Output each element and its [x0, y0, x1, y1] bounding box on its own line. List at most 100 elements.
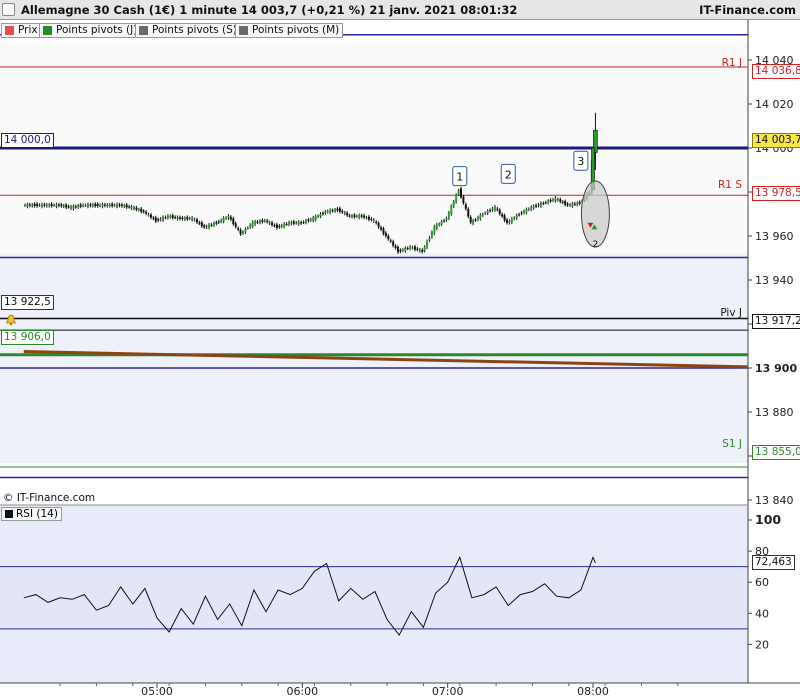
candle-body — [159, 218, 162, 220]
candle-body — [489, 210, 492, 212]
candle-body — [304, 220, 307, 223]
bottom-axis-bg — [0, 683, 800, 700]
candle-body — [191, 217, 194, 220]
candle-body — [40, 204, 43, 207]
candle-body — [355, 216, 358, 218]
candle-body — [220, 220, 223, 222]
watermark: © IT-Finance.com — [3, 492, 96, 504]
candle-body — [62, 205, 65, 207]
candle-body — [331, 210, 334, 212]
candle-body — [387, 236, 390, 240]
y-tick-label: 13 880 — [755, 406, 794, 419]
candle-body — [67, 206, 70, 208]
candle-body — [530, 207, 533, 210]
candle-body — [55, 204, 58, 207]
candle-body — [89, 204, 92, 206]
candle-body — [120, 204, 123, 207]
candle-body — [74, 206, 77, 208]
candle-body — [435, 224, 438, 229]
candle-body — [312, 217, 315, 221]
candle-body — [249, 225, 252, 228]
candle-body — [409, 246, 412, 249]
candle-body — [440, 221, 443, 225]
candle-body — [125, 204, 128, 208]
candle-body — [86, 204, 89, 207]
candle-body — [290, 222, 293, 224]
x-tick-label: 07:00 — [432, 685, 464, 698]
candle-body — [406, 248, 409, 250]
candle-body — [501, 214, 504, 217]
candle-body — [486, 210, 489, 214]
candle-body — [498, 209, 501, 214]
candle-body — [343, 212, 346, 214]
candle-body — [108, 204, 111, 206]
candle-body — [154, 217, 157, 222]
candle-body — [258, 221, 261, 223]
candle-body — [358, 215, 361, 218]
candle-body — [176, 217, 179, 219]
candle-body — [481, 214, 484, 216]
pattern-point-label: 3 — [577, 155, 584, 168]
legend-item-pivots-j[interactable]: Points pivots (J) — [39, 23, 142, 38]
candle-body — [244, 229, 247, 233]
candle-body — [537, 204, 540, 206]
candle-body — [411, 247, 414, 249]
candle-body — [300, 222, 303, 224]
legend-item-prix[interactable]: Prix — [1, 23, 42, 38]
candle-body — [423, 246, 426, 251]
candle-body — [525, 209, 528, 213]
chart-canvas: 14 06014 04014 02014 00013 98013 96013 9… — [0, 20, 800, 700]
rsi-y-tick-label: 60 — [755, 576, 769, 589]
rsi-panel-inner — [0, 567, 748, 628]
candle-body — [45, 204, 48, 206]
candle-body — [232, 218, 235, 225]
candle-body — [389, 240, 392, 242]
candle-body — [101, 204, 104, 207]
candle-body — [237, 228, 240, 230]
candle-body — [200, 222, 203, 227]
candle-body — [336, 208, 339, 211]
candle-body — [321, 213, 324, 215]
candle-body — [79, 204, 82, 207]
candle-body — [394, 245, 397, 248]
rsi-legend[interactable]: RSI (14) — [1, 507, 62, 521]
candle-body — [578, 202, 581, 204]
candle-body — [36, 203, 39, 206]
candle-body — [503, 215, 506, 221]
menu-button[interactable] — [2, 3, 15, 16]
pivot-r1s-value: 13 978,5 — [752, 186, 800, 201]
candle-body — [515, 215, 518, 219]
legend-item-pivots-s[interactable]: Points pivots (S) — [135, 23, 241, 38]
candle-body — [532, 206, 535, 209]
pivot-s1j-value: 13 855,0 — [752, 445, 800, 460]
open-level-label: 14 000,0 — [1, 133, 54, 148]
legend-item-pivots-m[interactable]: Points pivots (M) — [235, 23, 344, 38]
candle-body — [275, 224, 278, 228]
chart-title: Allemagne 30 Cash (1€) 1 minute 14 003,7… — [21, 3, 518, 17]
candle-body — [268, 222, 271, 224]
candle-body — [377, 223, 380, 228]
candle-body — [462, 196, 465, 203]
candle-body — [464, 204, 467, 209]
candle-body — [53, 205, 56, 207]
candle-body — [288, 222, 291, 225]
y-tick-label: 13 940 — [755, 274, 794, 287]
candle-body — [346, 212, 349, 216]
candle-body — [225, 217, 228, 219]
y-tick-label: 14 020 — [755, 98, 794, 111]
candle-body — [263, 220, 266, 222]
candle-body — [554, 197, 557, 201]
candle-body — [229, 216, 232, 220]
candle-body — [513, 217, 516, 219]
candle-body — [382, 228, 385, 234]
candle-body — [573, 203, 576, 205]
candle-body — [552, 199, 555, 201]
candle-body — [246, 227, 249, 229]
candle-body — [445, 218, 448, 221]
candle-body — [179, 217, 182, 219]
candle-body — [476, 217, 479, 220]
candle-body — [467, 208, 470, 217]
y-tick-label: 14 060 — [755, 20, 794, 23]
candle-body — [559, 199, 562, 202]
alert-bell-icon[interactable] — [5, 314, 17, 326]
